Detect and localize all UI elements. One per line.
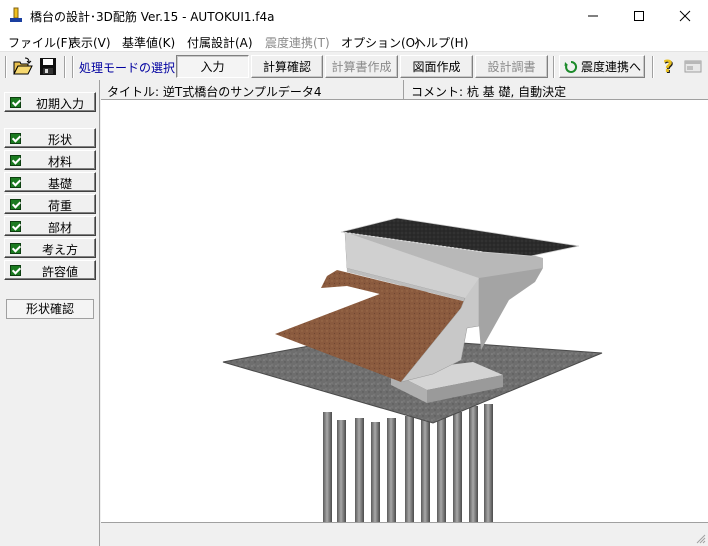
check-icon: [10, 221, 21, 232]
data-comment: コメント: 杭 基 礎, 自動決定: [411, 85, 567, 99]
help-question-icon[interactable]: ? ?: [660, 57, 680, 78]
dialog-icon[interactable]: [684, 57, 704, 76]
pile: [453, 412, 462, 522]
mode-drawing-button[interactable]: 図面作成: [400, 55, 473, 78]
data-title: タイトル: 逆T式橋台のサンプルデータ4: [107, 85, 322, 99]
status-bar: [101, 522, 708, 546]
mode-calc-check-button[interactable]: 計算確認: [251, 55, 323, 78]
sidebar-item-label: 考え方: [41, 243, 78, 257]
menu-seismic-link[interactable]: 震度連携(T): [265, 34, 330, 51]
sidebar-item-label: 形状: [47, 133, 72, 147]
close-button[interactable]: [662, 0, 708, 31]
menu-auxiliary-design[interactable]: 付属設計(A): [187, 34, 253, 51]
menu-view[interactable]: 表示(V): [69, 34, 111, 51]
maximize-icon: [634, 10, 644, 21]
pile: [355, 418, 364, 522]
check-icon: [10, 97, 21, 108]
check-icon: [10, 155, 21, 166]
menu-file[interactable]: ファイル(F): [8, 34, 72, 51]
minimize-icon: [588, 15, 598, 16]
pile: [405, 416, 414, 522]
mode-report-button[interactable]: 計算書作成: [325, 55, 398, 78]
toolbar-separator: [72, 56, 74, 78]
resize-grip-icon[interactable]: [694, 532, 706, 544]
toolbar-separator: [5, 56, 7, 78]
info-bar: タイトル: 逆T式橋台のサンプルデータ4 コメント: 杭 基 礎, 自動決定: [101, 80, 708, 100]
sidebar-item-label: 初期入力: [35, 97, 84, 111]
piles: [323, 404, 493, 522]
title-bar: 橋台の設計･3D配筋 Ver.15 - AUTOKUI1.f4a: [0, 0, 708, 31]
check-icon: [10, 177, 21, 188]
sidebar-item-allowable[interactable]: 許容値: [4, 260, 96, 280]
minimize-button[interactable]: [570, 0, 616, 31]
abutment-side: [479, 268, 543, 350]
menu-standard-values[interactable]: 基準値(K): [122, 34, 175, 51]
input-sidebar: 初期入力 形状 材料 基礎 荷重 部材 考え方 許容値 形状確認: [0, 80, 100, 546]
check-icon: [10, 199, 21, 210]
toolbar-separator: [652, 56, 654, 78]
check-icon: [10, 133, 21, 144]
close-icon: [679, 10, 691, 21]
sidebar-item-label: 基礎: [47, 177, 72, 191]
menu-help[interactable]: ヘルプ(H): [414, 34, 468, 51]
maximize-button[interactable]: [616, 0, 662, 31]
mode-input-button[interactable]: 入力: [176, 55, 249, 78]
info-divider: [403, 80, 404, 100]
menu-bar: ファイル(F) 表示(V) 基準値(K) 付属設計(A) 震度連携(T) オプシ…: [0, 31, 708, 51]
sidebar-item-label: 部材: [47, 221, 72, 235]
sidebar-item-load[interactable]: 荷重: [4, 194, 96, 214]
toolbar-separator: [64, 56, 66, 78]
toolbar: 処理モードの選択 入力 計算確認 計算書作成 図面作成 設計調書 震度連携へ ?…: [0, 51, 708, 80]
seismic-link-label: 震度連携へ: [581, 60, 642, 74]
menu-options[interactable]: オプション(O): [341, 34, 420, 51]
pile: [387, 418, 396, 522]
seismic-link-button[interactable]: 震度連携へ: [559, 55, 645, 78]
check-icon: [10, 243, 21, 254]
window-title: 橋台の設計･3D配筋 Ver.15 - AUTOKUI1.f4a: [30, 10, 275, 24]
app-icon: [8, 6, 24, 24]
sidebar-item-label: 許容値: [41, 265, 78, 279]
sidebar-item-member[interactable]: 部材: [4, 216, 96, 236]
sidebar-item-foundation[interactable]: 基礎: [4, 172, 96, 192]
toolbar-separator: [553, 56, 555, 78]
pile: [371, 422, 380, 522]
abutment-3d-viewport[interactable]: [101, 100, 708, 522]
check-icon: [10, 265, 21, 276]
sidebar-item-label: 荷重: [47, 199, 72, 213]
sidebar-item-label: 材料: [47, 155, 72, 169]
pile: [421, 418, 430, 522]
pile: [437, 410, 446, 522]
mode-design-record-button[interactable]: 設計調書: [475, 55, 548, 78]
sidebar-item-shape[interactable]: 形状: [4, 128, 96, 148]
sidebar-item-policy[interactable]: 考え方: [4, 238, 96, 258]
pile: [484, 404, 493, 522]
mode-selection-label: 処理モードの選択: [79, 61, 176, 75]
sidebar-item-material[interactable]: 材料: [4, 150, 96, 170]
shape-confirm-button[interactable]: 形状確認: [6, 299, 94, 319]
refresh-icon: [564, 60, 578, 73]
floppy-disk-icon[interactable]: [38, 57, 58, 76]
svg-text:?: ?: [663, 57, 673, 76]
pile: [469, 406, 478, 522]
abutment-3d-model: [222, 217, 603, 522]
sidebar-item-initial-input[interactable]: 初期入力: [4, 92, 96, 112]
pile: [337, 420, 346, 522]
folder-open-icon[interactable]: [13, 57, 33, 76]
pile: [323, 412, 332, 522]
